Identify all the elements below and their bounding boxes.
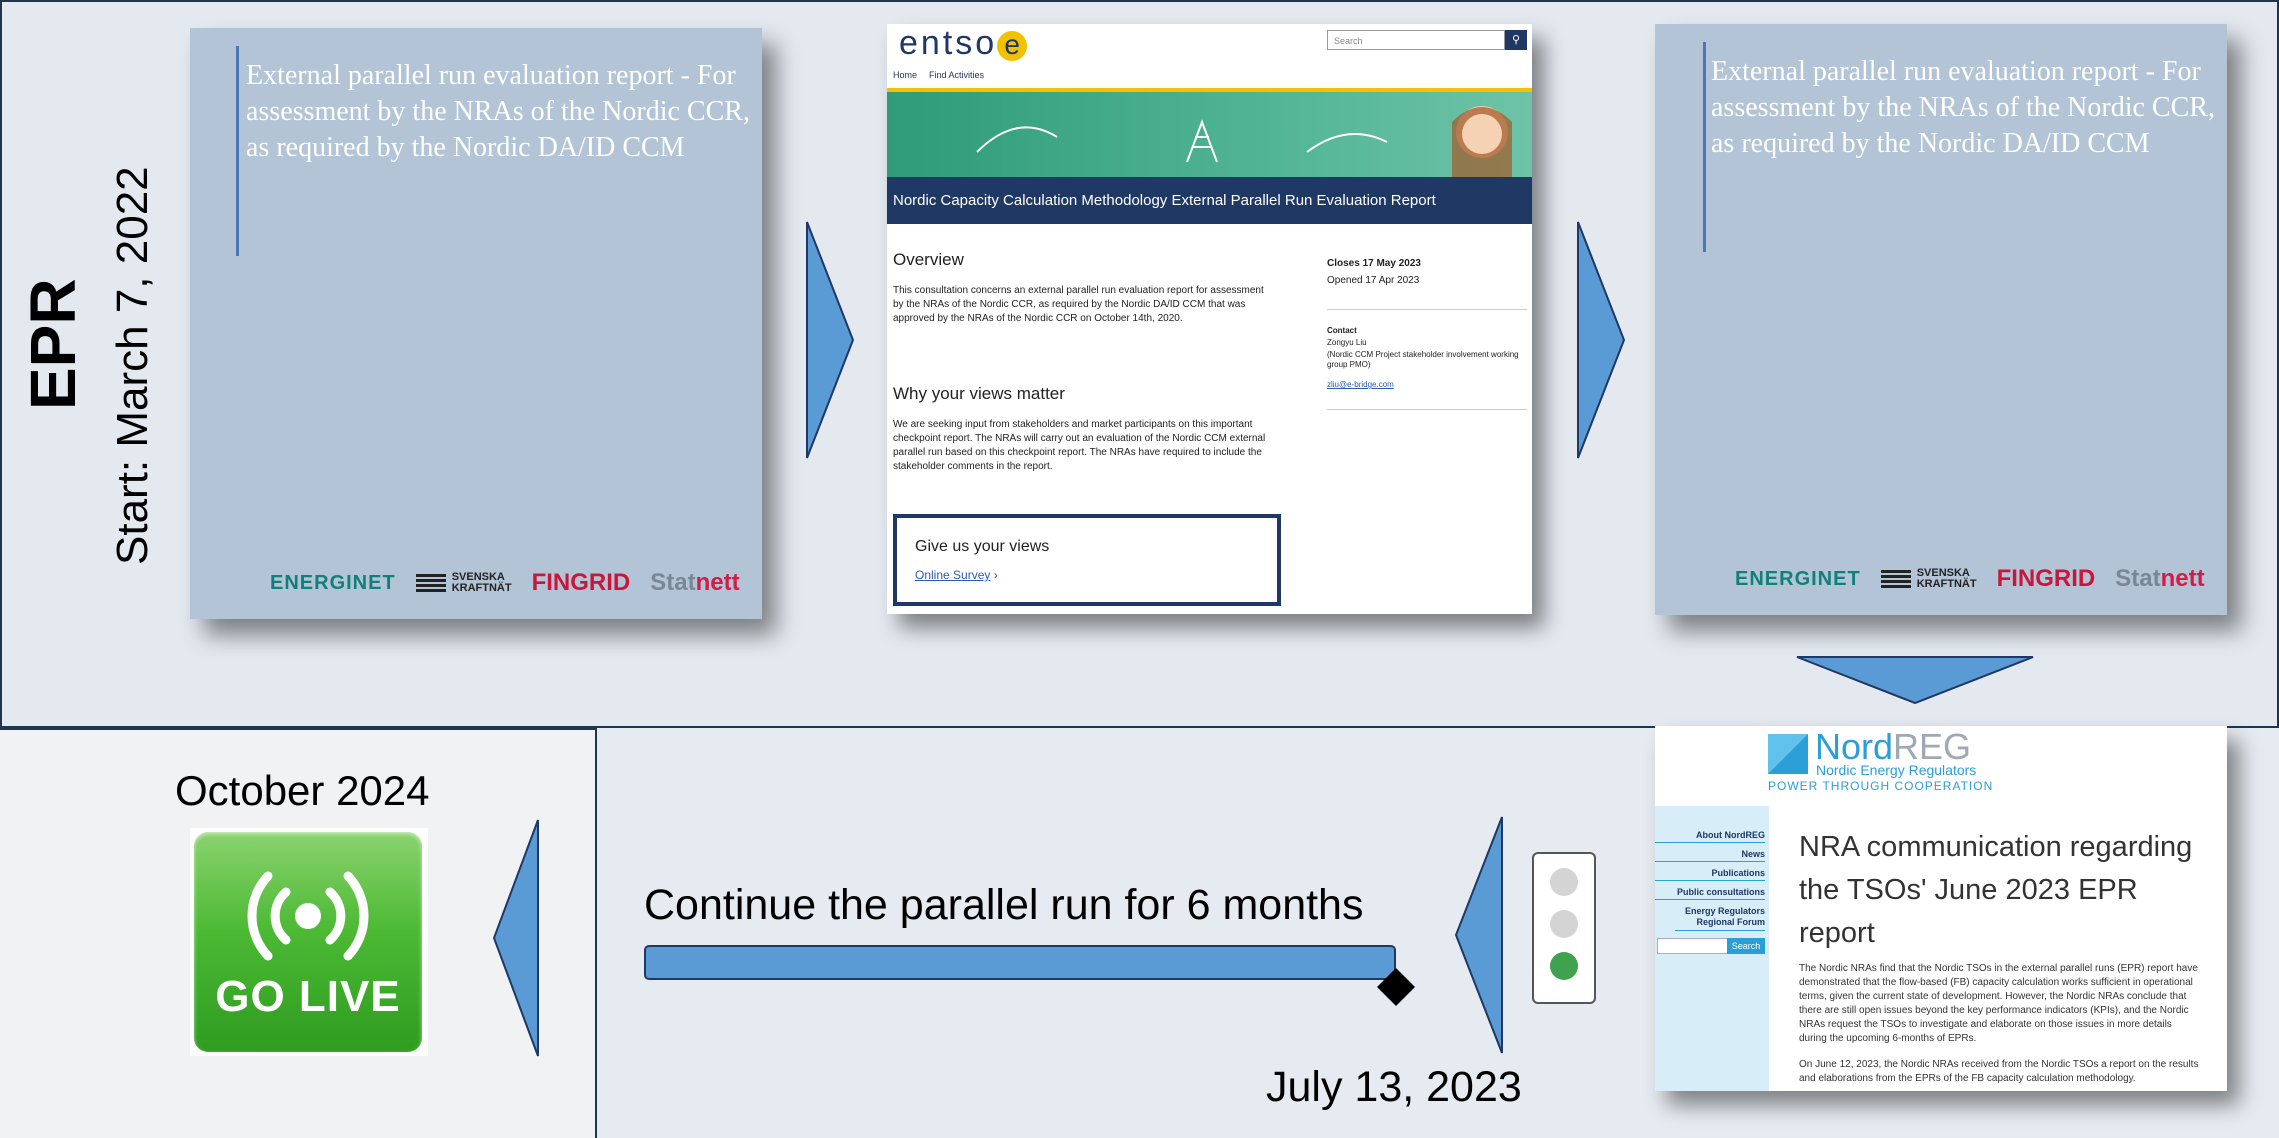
continue-run-label: Continue the parallel run for 6 months bbox=[644, 881, 1364, 929]
statnett-logo: Statnett bbox=[2115, 565, 2205, 592]
menu-news[interactable]: News bbox=[1655, 849, 1765, 862]
light-off bbox=[1550, 868, 1578, 896]
nav-home[interactable]: Home bbox=[893, 70, 917, 80]
entsoe-consultation-screenshot: entso e Search ⚲ Home Find Activities Nor… bbox=[887, 24, 1532, 614]
go-live-badge: GO LIVE bbox=[190, 828, 428, 1056]
menu-consultations[interactable]: Public consultations bbox=[1655, 887, 1765, 900]
sidebar-search-button[interactable]: Search bbox=[1727, 938, 1765, 954]
broadcast-icon bbox=[247, 871, 369, 961]
tso-logos: ENERGINET SVENSKA KRAFTNÄT FINGRID Statne… bbox=[270, 569, 740, 597]
phase-label: EPR bbox=[17, 278, 89, 410]
accent-bar bbox=[236, 46, 239, 256]
menu-publications[interactable]: Publications bbox=[1655, 868, 1765, 881]
parallel-run-bar bbox=[644, 945, 1396, 980]
contact-email-link[interactable]: zliu@e-bridge.com bbox=[1327, 380, 1394, 389]
overview-text: This consultation concerns an external p… bbox=[893, 285, 1264, 324]
contact-heading: Contact bbox=[1327, 326, 1357, 335]
fingrid-logo: FINGRID bbox=[531, 569, 631, 596]
go-live-date: October 2024 bbox=[175, 767, 430, 814]
overview-heading: Overview bbox=[893, 250, 964, 269]
phase-start-date: Start: March 7, 2022 bbox=[108, 166, 157, 565]
divider bbox=[1327, 309, 1527, 310]
nordreg-subtitle: Nordic Energy Regulators bbox=[1816, 762, 1977, 778]
nav-find-activities[interactable]: Find Activities bbox=[929, 70, 984, 80]
entsoe-search-box[interactable]: Search bbox=[1327, 30, 1505, 50]
nordreg-article-p1: The Nordic NRAs find that the Nordic TSO… bbox=[1799, 963, 2198, 1044]
give-views-heading: Give us your views bbox=[915, 538, 1050, 555]
energinet-logo: ENERGINET bbox=[1735, 567, 1861, 590]
online-survey-link[interactable]: Online Survey › bbox=[915, 568, 998, 582]
nordreg-article-p2: On June 12, 2023, the Nordic NRAs receiv… bbox=[1799, 1059, 2199, 1084]
flow-arrow-right-2 bbox=[1577, 221, 1626, 459]
report-title: External parallel run evaluation report … bbox=[1711, 56, 2215, 159]
accent-bar bbox=[1703, 42, 1706, 252]
contact-name: Zongyu Liu bbox=[1327, 338, 1367, 347]
entsoe-logo: entso e bbox=[899, 24, 1028, 63]
why-text: We are seeking input from stakeholders a… bbox=[893, 419, 1266, 472]
report-title: External parallel run evaluation report … bbox=[246, 60, 750, 163]
energinet-logo: ENERGINET bbox=[270, 571, 396, 594]
statnett-logo: Statnett bbox=[650, 569, 740, 596]
divider bbox=[1327, 409, 1527, 410]
flow-arrow-left-2 bbox=[492, 819, 539, 1057]
closes-date: Closes 17 May 2023 bbox=[1327, 258, 1421, 269]
sidebar-search-input[interactable] bbox=[1657, 938, 1729, 954]
menu-regional-forum[interactable]: Energy Regulators Regional Forum bbox=[1675, 906, 1765, 931]
entsoe-banner-image bbox=[887, 92, 1532, 177]
give-views-box: Give us your views Online Survey › bbox=[893, 514, 1281, 606]
nordreg-article-heading: NRA communication regarding the TSOs' Ju… bbox=[1799, 831, 2193, 949]
go-live-label: GO LIVE bbox=[215, 972, 401, 1021]
entsoe-page-title: Nordic Capacity Calculation Methodology … bbox=[887, 177, 1532, 224]
flow-arrow-left-1 bbox=[1454, 816, 1503, 1054]
light-green bbox=[1550, 952, 1578, 980]
fingrid-logo: FINGRID bbox=[1996, 565, 2096, 592]
go-live-button: GO LIVE bbox=[194, 832, 422, 1052]
svenska-kraftnat-logo: SVENSKA KRAFTNÄT bbox=[1880, 568, 1977, 590]
why-heading: Why your views matter bbox=[893, 384, 1065, 403]
light-off bbox=[1550, 910, 1578, 938]
nordreg-screenshot: NordREG Nordic Energy Regulators POWER T… bbox=[1655, 726, 2227, 1091]
milestone-diamond-icon bbox=[1377, 968, 1415, 1006]
opened-date: Opened 17 Apr 2023 bbox=[1327, 275, 1420, 286]
flow-arrow-right-1 bbox=[806, 221, 855, 459]
nordreg-logo-mark bbox=[1768, 734, 1808, 774]
search-icon[interactable]: ⚲ bbox=[1505, 30, 1527, 50]
report-cover-card-1: External parallel run evaluation report … bbox=[190, 28, 762, 619]
traffic-light-icon bbox=[1532, 852, 1596, 1004]
tso-logos: ENERGINET SVENSKA KRAFTNÄT FINGRID Statne… bbox=[1735, 565, 2205, 593]
svenska-kraftnat-logo: SVENSKA KRAFTNÄT bbox=[415, 572, 512, 594]
report-cover-card-2: External parallel run evaluation report … bbox=[1655, 24, 2227, 615]
contact-org: (Nordic CCM Project stakeholder involvem… bbox=[1327, 350, 1519, 369]
nordreg-tagline: POWER THROUGH COOPERATION bbox=[1768, 779, 1994, 793]
milestone-date: July 13, 2023 bbox=[1266, 1063, 1522, 1111]
flow-arrow-down bbox=[1796, 656, 2034, 705]
menu-about[interactable]: About NordREG bbox=[1655, 830, 1765, 843]
